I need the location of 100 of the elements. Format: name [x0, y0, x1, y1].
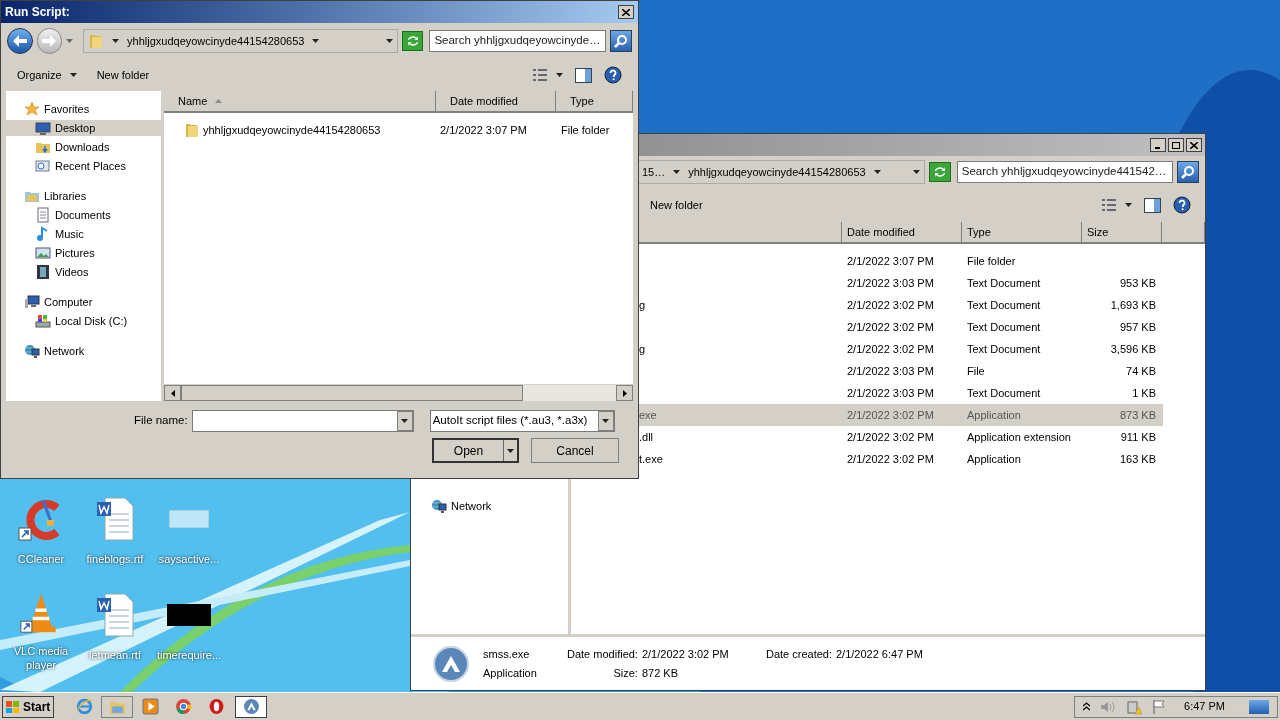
toolbar-button[interactable]: New folder [96, 66, 150, 84]
nav-group[interactable]: Libraries [6, 188, 161, 204]
flag-icon[interactable] [1152, 699, 1167, 714]
nav-item[interactable]: Local Disk (C:) [6, 313, 161, 329]
column-header[interactable]: Name [164, 91, 436, 111]
help-button[interactable] [1173, 196, 1191, 214]
caret-icon [673, 170, 681, 174]
preview-pane-button[interactable] [575, 67, 592, 83]
breadcrumb[interactable]: 15… [642, 163, 666, 181]
arrow-left-icon [12, 35, 27, 47]
column-header[interactable]: Size [1082, 222, 1162, 242]
nav-group[interactable]: Network [6, 343, 161, 359]
close-icon [622, 8, 630, 16]
scrollbar-thumb[interactable] [181, 385, 523, 401]
chevron-up-icon[interactable] [1083, 702, 1091, 711]
list-view-icon [532, 68, 548, 82]
detail-value: 2/1/2022 6:47 PM [836, 646, 923, 662]
close-button[interactable] [1186, 138, 1202, 152]
file-type-dropdown[interactable]: AutoIt script files (*.au3, *.a3x) [429, 410, 615, 432]
search-field[interactable]: Search yhhljgxudqeyowcinyde441542… [956, 161, 1174, 183]
type-cell-text: File [966, 363, 986, 379]
column-header[interactable]: Type [556, 91, 633, 111]
date-cell-text: 2/1/2022 3:07 PM [846, 253, 935, 269]
size-cell: 1,693 KB [1110, 298, 1156, 311]
file-row[interactable]: yhhljgxudqeyowcinyde44154280653 2/1/2022 3:07 PM File folder [164, 120, 633, 140]
date-cell-text: 2/1/2022 3:02 PM [846, 451, 935, 467]
nav-item[interactable]: Downloads [6, 139, 161, 155]
close-button[interactable] [618, 5, 634, 19]
cancel-button[interactable]: Cancel [531, 438, 619, 463]
type-cell-text: File folder [560, 122, 611, 138]
size-cell: 3,596 KB [1110, 342, 1156, 355]
app-icon [433, 645, 469, 682]
nav-item[interactable]: Music [6, 226, 161, 242]
nav-item[interactable]: Recent Places [6, 158, 161, 174]
nav-group[interactable]: Favorites [6, 101, 161, 117]
refresh-icon [405, 35, 420, 47]
refresh-button[interactable] [929, 162, 951, 182]
caret-icon [401, 419, 409, 423]
preview-pane-button[interactable] [1144, 197, 1161, 213]
search-button[interactable] [610, 30, 632, 52]
size-cell: 163 KB [1119, 452, 1156, 465]
file-thumbnail-icon [169, 510, 209, 528]
browser-icon [174, 698, 192, 715]
scroll-left-icon [170, 389, 175, 397]
search-field[interactable]: Search yhhljgxudqeyowcinyde… [429, 30, 607, 52]
size-cell: 953 KB [1119, 276, 1156, 289]
globe-icon [24, 343, 40, 359]
caret-icon [69, 73, 77, 77]
size-cell: 74 KB [1126, 364, 1156, 377]
computer-icon [24, 294, 40, 310]
globe-icon [75, 698, 93, 715]
minimize-button[interactable] [1150, 138, 1166, 152]
horizontal-scrollbar[interactable] [164, 384, 633, 401]
refresh-button[interactable] [401, 31, 424, 51]
taskbar-button[interactable] [235, 695, 267, 718]
monitor-icon [35, 120, 51, 136]
maximize-button[interactable] [1168, 138, 1184, 152]
nav-group[interactable]: Computer [6, 294, 161, 310]
column-header[interactable]: Date modified [842, 222, 962, 242]
file-name: .dll [639, 430, 654, 443]
pane-icon [1144, 197, 1161, 213]
view-button[interactable] [532, 68, 563, 82]
back-button[interactable] [7, 28, 33, 54]
show-desktop-button[interactable] [1249, 699, 1269, 714]
nav-item[interactable]: Pictures [6, 245, 161, 261]
open-button[interactable]: Open [432, 438, 519, 463]
help-icon [604, 66, 622, 84]
nav-group[interactable]: Network [431, 498, 568, 514]
window-title: Run Script: [5, 4, 70, 21]
search-icon [1181, 165, 1196, 179]
start-button[interactable]: Start [2, 695, 54, 718]
column-header[interactable]: Type [962, 222, 1082, 242]
caret-icon [873, 170, 881, 174]
document-icon [35, 207, 51, 223]
redacted-thumbnail-icon [167, 604, 211, 626]
date-cell-text: 2/1/2022 3:02 PM [846, 341, 935, 357]
nav-item[interactable]: Desktop [6, 120, 161, 136]
list-view-icon [1101, 198, 1117, 212]
type-cell-text: Text Document [966, 297, 1042, 313]
size-cell: 911 KB [1120, 430, 1156, 443]
menu-button[interactable]: Organize [17, 66, 77, 84]
file-name-field[interactable] [191, 410, 414, 432]
address-bar[interactable]: yhhljgxudqeyowcinyde44154280653 [83, 29, 398, 53]
toolbar-button[interactable]: New folder [650, 196, 703, 214]
breadcrumb[interactable]: yhhljgxudqeyowcinyde44154280653 [127, 32, 305, 50]
nav-item[interactable]: Videos [6, 264, 161, 280]
view-button[interactable] [1101, 198, 1132, 212]
search-button[interactable] [1177, 161, 1199, 183]
column-header[interactable]: Date modified [436, 91, 556, 111]
type-cell-text: Text Document [966, 275, 1042, 291]
detail-label: Size: [613, 666, 638, 681]
nav-item[interactable]: Documents [6, 207, 161, 223]
type-cell-text: Application [966, 451, 1022, 467]
clock[interactable]: 6:47 PM [1184, 698, 1225, 715]
date-cell-text: 2/1/2022 3:02 PM [846, 297, 935, 313]
help-button[interactable] [604, 66, 622, 84]
opera-icon [207, 698, 225, 715]
folder-icon [88, 33, 105, 49]
breadcrumb[interactable]: yhhljgxudqeyowcinyde44154280653 [688, 163, 866, 181]
date-cell-text: 2/1/2022 3:02 PM [846, 319, 935, 335]
